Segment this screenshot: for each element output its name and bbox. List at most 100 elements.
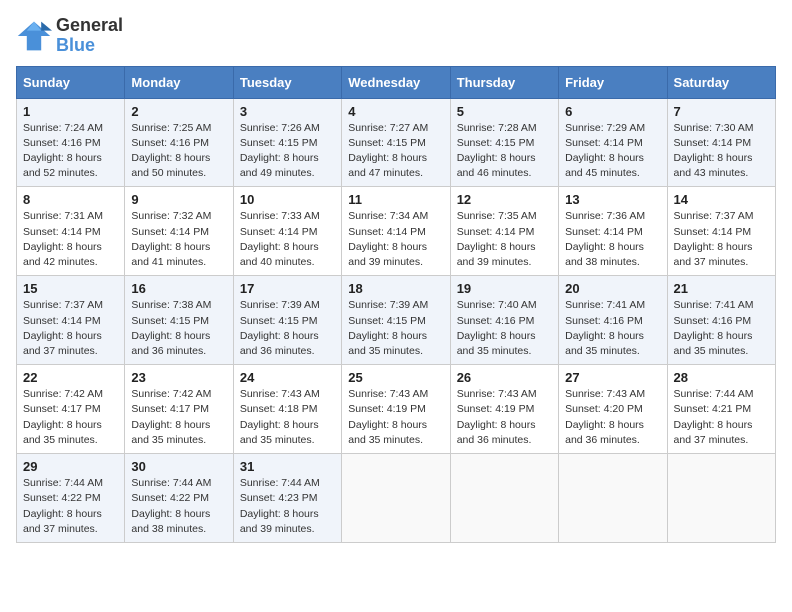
day-detail: Sunrise: 7:25 AMSunset: 4:16 PMDaylight:… (131, 121, 226, 182)
day-number: 28 (674, 370, 769, 385)
day-detail: Sunrise: 7:29 AMSunset: 4:14 PMDaylight:… (565, 121, 660, 182)
calendar-cell: 26Sunrise: 7:43 AMSunset: 4:19 PMDayligh… (450, 365, 558, 454)
calendar-cell: 14 Sunrise: 7:37 AMSunset: 4:14 PMDayligh… (667, 187, 775, 276)
calendar-cell: 4 Sunrise: 7:27 AMSunset: 4:15 PMDaylight… (342, 98, 450, 187)
day-number: 16 (131, 281, 226, 296)
logo-text: General Blue (56, 16, 123, 56)
day-detail: Sunrise: 7:41 AMSunset: 4:16 PMDaylight:… (674, 298, 769, 359)
day-detail: Sunrise: 7:38 AMSunset: 4:15 PMDaylight:… (131, 298, 226, 359)
day-detail: Sunrise: 7:43 AMSunset: 4:18 PMDaylight:… (240, 387, 335, 448)
logo-icon (16, 18, 52, 54)
calendar-cell: 3 Sunrise: 7:26 AMSunset: 4:15 PMDaylight… (233, 98, 341, 187)
header-friday: Friday (559, 66, 667, 98)
day-number: 30 (131, 459, 226, 474)
calendar-week-row: 15Sunrise: 7:37 AMSunset: 4:14 PMDayligh… (17, 276, 776, 365)
day-number: 2 (131, 104, 226, 119)
day-detail: Sunrise: 7:39 AMSunset: 4:15 PMDaylight:… (348, 298, 443, 359)
day-number: 11 (348, 192, 443, 207)
day-detail: Sunrise: 7:42 AMSunset: 4:17 PMDaylight:… (131, 387, 226, 448)
calendar-cell: 5Sunrise: 7:28 AMSunset: 4:15 PMDaylight… (450, 98, 558, 187)
day-number: 20 (565, 281, 660, 296)
day-detail: Sunrise: 7:31 AMSunset: 4:14 PMDaylight:… (23, 209, 118, 270)
calendar-cell: 29Sunrise: 7:44 AMSunset: 4:22 PMDayligh… (17, 454, 125, 543)
calendar-cell: 2 Sunrise: 7:25 AMSunset: 4:16 PMDaylight… (125, 98, 233, 187)
calendar-cell: 25 Sunrise: 7:43 AMSunset: 4:19 PMDayligh… (342, 365, 450, 454)
day-detail: Sunrise: 7:42 AMSunset: 4:17 PMDaylight:… (23, 387, 118, 448)
calendar-cell: 21 Sunrise: 7:41 AMSunset: 4:16 PMDayligh… (667, 276, 775, 365)
day-detail: Sunrise: 7:37 AMSunset: 4:14 PMDaylight:… (674, 209, 769, 270)
calendar-cell: 6 Sunrise: 7:29 AMSunset: 4:14 PMDaylight… (559, 98, 667, 187)
calendar-cell: 22 Sunrise: 7:42 AMSunset: 4:17 PMDayligh… (17, 365, 125, 454)
calendar-cell: 28 Sunrise: 7:44 AMSunset: 4:21 PMDayligh… (667, 365, 775, 454)
calendar-cell: 19 Sunrise: 7:40 AMSunset: 4:16 PMDayligh… (450, 276, 558, 365)
calendar-week-row: 1 Sunrise: 7:24 AMSunset: 4:16 PMDaylight… (17, 98, 776, 187)
day-number: 7 (674, 104, 769, 119)
day-detail: Sunrise: 7:27 AMSunset: 4:15 PMDaylight:… (348, 121, 443, 182)
day-detail: Sunrise: 7:40 AMSunset: 4:16 PMDaylight:… (457, 298, 552, 359)
day-number: 9 (131, 192, 226, 207)
day-number: 19 (457, 281, 552, 296)
day-number: 3 (240, 104, 335, 119)
calendar-cell: 17 Sunrise: 7:39 AMSunset: 4:15 PMDayligh… (233, 276, 341, 365)
calendar-cell: 15Sunrise: 7:37 AMSunset: 4:14 PMDayligh… (17, 276, 125, 365)
day-number: 22 (23, 370, 118, 385)
day-number: 6 (565, 104, 660, 119)
day-detail: Sunrise: 7:24 AMSunset: 4:16 PMDaylight:… (23, 121, 118, 182)
day-detail: Sunrise: 7:39 AMSunset: 4:15 PMDaylight:… (240, 298, 335, 359)
header-wednesday: Wednesday (342, 66, 450, 98)
calendar-cell: 31 Sunrise: 7:44 AMSunset: 4:23 PMDayligh… (233, 454, 341, 543)
day-detail: Sunrise: 7:26 AMSunset: 4:15 PMDaylight:… (240, 121, 335, 182)
day-detail: Sunrise: 7:44 AMSunset: 4:21 PMDaylight:… (674, 387, 769, 448)
day-number: 15 (23, 281, 118, 296)
calendar-cell: 18 Sunrise: 7:39 AMSunset: 4:15 PMDayligh… (342, 276, 450, 365)
day-detail: Sunrise: 7:43 AMSunset: 4:19 PMDaylight:… (348, 387, 443, 448)
header-tuesday: Tuesday (233, 66, 341, 98)
day-number: 18 (348, 281, 443, 296)
day-detail: Sunrise: 7:43 AMSunset: 4:19 PMDaylight:… (457, 387, 552, 448)
calendar-cell: 24 Sunrise: 7:43 AMSunset: 4:18 PMDayligh… (233, 365, 341, 454)
calendar-week-row: 22 Sunrise: 7:42 AMSunset: 4:17 PMDayligh… (17, 365, 776, 454)
day-detail: Sunrise: 7:35 AMSunset: 4:14 PMDaylight:… (457, 209, 552, 270)
calendar-cell (667, 454, 775, 543)
calendar-cell: 27 Sunrise: 7:43 AMSunset: 4:20 PMDayligh… (559, 365, 667, 454)
day-number: 8 (23, 192, 118, 207)
day-number: 23 (131, 370, 226, 385)
day-detail: Sunrise: 7:32 AMSunset: 4:14 PMDaylight:… (131, 209, 226, 270)
day-number: 12 (457, 192, 552, 207)
day-detail: Sunrise: 7:41 AMSunset: 4:16 PMDaylight:… (565, 298, 660, 359)
calendar-cell (450, 454, 558, 543)
day-number: 21 (674, 281, 769, 296)
day-number: 31 (240, 459, 335, 474)
calendar-cell: 30 Sunrise: 7:44 AMSunset: 4:22 PMDayligh… (125, 454, 233, 543)
day-number: 10 (240, 192, 335, 207)
day-detail: Sunrise: 7:28 AMSunset: 4:15 PMDaylight:… (457, 121, 552, 182)
day-detail: Sunrise: 7:34 AMSunset: 4:14 PMDaylight:… (348, 209, 443, 270)
day-detail: Sunrise: 7:36 AMSunset: 4:14 PMDaylight:… (565, 209, 660, 270)
day-number: 1 (23, 104, 118, 119)
calendar-cell: 8 Sunrise: 7:31 AMSunset: 4:14 PMDaylight… (17, 187, 125, 276)
calendar-cell: 7 Sunrise: 7:30 AMSunset: 4:14 PMDaylight… (667, 98, 775, 187)
calendar-cell: 20 Sunrise: 7:41 AMSunset: 4:16 PMDayligh… (559, 276, 667, 365)
calendar-header-row: SundayMondayTuesdayWednesdayThursdayFrid… (17, 66, 776, 98)
calendar-cell (342, 454, 450, 543)
header-saturday: Saturday (667, 66, 775, 98)
day-detail: Sunrise: 7:30 AMSunset: 4:14 PMDaylight:… (674, 121, 769, 182)
day-detail: Sunrise: 7:44 AMSunset: 4:22 PMDaylight:… (131, 476, 226, 537)
header-monday: Monday (125, 66, 233, 98)
calendar-cell: 9 Sunrise: 7:32 AMSunset: 4:14 PMDaylight… (125, 187, 233, 276)
day-number: 17 (240, 281, 335, 296)
day-number: 14 (674, 192, 769, 207)
day-number: 25 (348, 370, 443, 385)
day-number: 29 (23, 459, 118, 474)
calendar-cell: 23 Sunrise: 7:42 AMSunset: 4:17 PMDayligh… (125, 365, 233, 454)
header-sunday: Sunday (17, 66, 125, 98)
day-number: 27 (565, 370, 660, 385)
calendar-cell: 11 Sunrise: 7:34 AMSunset: 4:14 PMDayligh… (342, 187, 450, 276)
calendar-table: SundayMondayTuesdayWednesdayThursdayFrid… (16, 66, 776, 543)
day-detail: Sunrise: 7:43 AMSunset: 4:20 PMDaylight:… (565, 387, 660, 448)
day-detail: Sunrise: 7:44 AMSunset: 4:23 PMDaylight:… (240, 476, 335, 537)
day-number: 13 (565, 192, 660, 207)
day-number: 24 (240, 370, 335, 385)
calendar-cell: 16 Sunrise: 7:38 AMSunset: 4:15 PMDayligh… (125, 276, 233, 365)
day-number: 4 (348, 104, 443, 119)
